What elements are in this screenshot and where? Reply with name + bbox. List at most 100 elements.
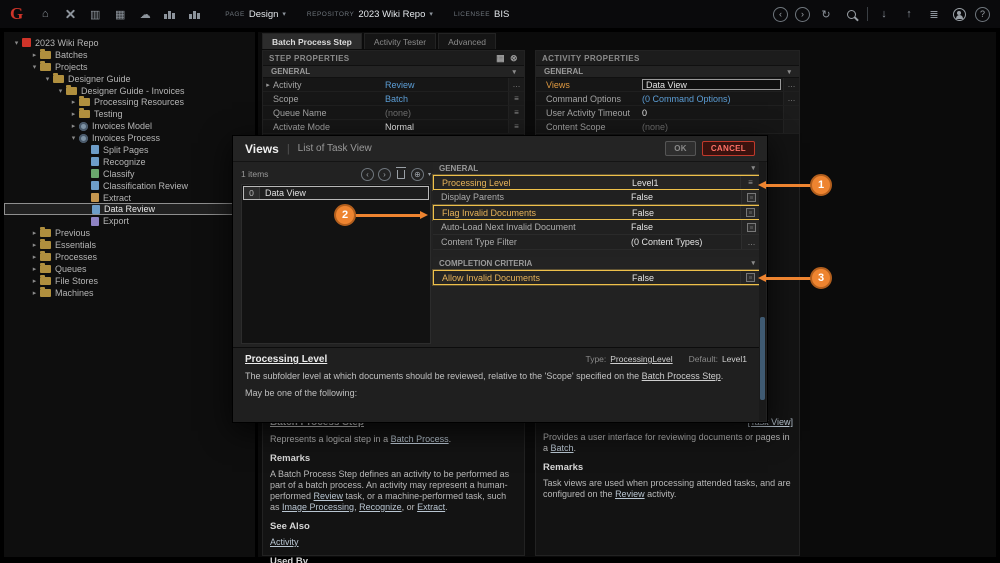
chart-icon[interactable]	[186, 6, 204, 22]
tree-item-recognize[interactable]: Recognize	[4, 156, 255, 168]
property-row-auto-load-next-invalid[interactable]: Auto-Load Next Invalid Document False	[433, 220, 761, 235]
tree-item-machines[interactable]: ▸ Machines	[4, 287, 255, 299]
app-logo-icon[interactable]: G	[10, 4, 23, 24]
expander-icon[interactable]: ▸	[30, 289, 39, 297]
tab-batch-process-step[interactable]: Batch Process Step	[262, 33, 362, 49]
tree-item-projects[interactable]: ▾ Projects	[4, 61, 255, 73]
property-row-content-type-filter[interactable]: Content Type Filter (0 Content Types) …	[433, 235, 761, 250]
expander-icon[interactable]: ▾	[43, 75, 52, 83]
tab-advanced[interactable]: Advanced	[438, 33, 496, 49]
repository-selector[interactable]: REPOSITORY 2023 Wiki Repo ▾	[307, 9, 433, 20]
expander-icon[interactable]: ▸	[30, 277, 39, 285]
export-icon[interactable]: ↑	[900, 6, 918, 22]
doc-link-batch-process[interactable]: Batch Process	[391, 434, 449, 444]
menu-icon[interactable]	[783, 120, 799, 133]
tree-item-file-stores[interactable]: ▸ File Stores	[4, 275, 255, 287]
save-icon[interactable]: ▦	[496, 53, 505, 64]
expander-icon[interactable]: ▸	[69, 98, 78, 106]
doc-link-image-processing[interactable]: Image Processing	[282, 502, 354, 512]
general-section-header[interactable]: GENERAL ▾	[536, 65, 799, 78]
doc-link-review[interactable]: Review	[314, 491, 344, 501]
type-value-link[interactable]: ProcessingLevel	[610, 354, 672, 364]
expander-icon[interactable]: ▾	[30, 63, 39, 71]
forward-icon[interactable]: ›	[795, 7, 810, 22]
refresh-icon[interactable]: ↻	[817, 6, 835, 22]
tree-item-classify[interactable]: Classify	[4, 168, 255, 180]
tree-item-invoices-process[interactable]: ▾ Invoices Process	[4, 132, 255, 144]
property-row-user-activity-timeout[interactable]: User Activity Timeout 0	[536, 106, 799, 120]
tree-item-extract[interactable]: Extract	[4, 192, 255, 204]
tree-item-processes[interactable]: ▸ Processes	[4, 251, 255, 263]
property-row-content-scope[interactable]: Content Scope (none)	[536, 120, 799, 134]
expander-icon[interactable]: ▸	[69, 110, 78, 118]
property-row-queue-name[interactable]: Queue Name (none) ≡	[263, 106, 524, 120]
tree-item-data-review[interactable]: Data Review	[4, 203, 249, 215]
cloud-icon[interactable]: ☁	[136, 6, 154, 22]
ellipsis-icon[interactable]: …	[783, 78, 799, 91]
doc-link-activity[interactable]: Activity	[270, 537, 299, 547]
property-row-activity[interactable]: ▸ Activity Review …	[263, 78, 524, 92]
database-icon[interactable]: ≣	[925, 6, 943, 22]
move-up-icon[interactable]: ‹	[361, 168, 374, 181]
property-row-activate-mode[interactable]: Activate Mode Normal ≡	[263, 120, 524, 134]
tab-activity-tester[interactable]: Activity Tester	[364, 33, 436, 49]
property-row-scope[interactable]: Scope Batch ≡	[263, 92, 524, 106]
cancel-button[interactable]: CANCEL	[702, 141, 755, 156]
ellipsis-icon[interactable]: …	[741, 235, 761, 249]
home-icon[interactable]: ⌂	[36, 6, 54, 22]
property-row-allow-invalid-documents[interactable]: Allow Invalid Documents False	[433, 270, 761, 285]
completion-criteria-section-header[interactable]: COMPLETION CRITERIA ▾	[433, 257, 761, 270]
tree-item-invoices-model[interactable]: ▸ Invoices Model	[4, 120, 255, 132]
menu-icon[interactable]	[783, 106, 799, 119]
ok-button[interactable]: OK	[665, 141, 696, 156]
tools-icon[interactable]	[61, 6, 79, 22]
property-row-display-parents[interactable]: Display Parents False	[433, 190, 761, 205]
checkbox-icon[interactable]	[741, 190, 761, 204]
tree-item-queues[interactable]: ▸ Queues	[4, 263, 255, 275]
add-dropdown-icon[interactable]: ▾	[428, 171, 431, 178]
user-icon[interactable]	[950, 6, 968, 22]
stats-icon[interactable]	[161, 6, 179, 22]
expander-icon[interactable]: ▸	[30, 241, 39, 249]
expander-icon[interactable]: ▸	[30, 253, 39, 261]
close-icon[interactable]: ⊗	[510, 53, 518, 64]
tree-item-export[interactable]: Export	[4, 215, 255, 227]
move-down-icon[interactable]: ›	[378, 168, 391, 181]
general-section-header[interactable]: GENERAL ▾	[433, 162, 761, 175]
page-selector[interactable]: PAGE Design ▾	[225, 9, 286, 20]
doc-link-recognize[interactable]: Recognize	[359, 502, 402, 512]
expander-icon[interactable]: ▸	[30, 265, 39, 273]
list-item-data-view[interactable]: 0 Data View	[243, 186, 429, 200]
property-row-views[interactable]: Views Data View …	[536, 78, 799, 92]
expander-icon[interactable]: ▾	[56, 87, 65, 95]
tree-item-batches[interactable]: ▸ Batches	[4, 49, 255, 61]
batches-icon[interactable]: ▥	[86, 6, 104, 22]
doc-link-extract[interactable]: Extract	[417, 502, 445, 512]
tree-item-previous[interactable]: ▸ Previous	[4, 227, 255, 239]
tree-item-repo[interactable]: ▾ 2023 Wiki Repo	[4, 37, 255, 49]
property-row-processing-level[interactable]: Processing Level Level1 ≡	[433, 175, 761, 190]
menu-icon[interactable]: ≡	[508, 92, 524, 105]
tree-item-classification-review[interactable]: Classification Review	[4, 180, 255, 192]
tree-item-designer-guide-invoices[interactable]: ▾ Designer Guide - Invoices	[4, 85, 255, 97]
menu-icon[interactable]: ≡	[508, 120, 524, 133]
expander-icon[interactable]: ▸	[30, 51, 39, 59]
expander-icon[interactable]: ▾	[12, 39, 21, 47]
delete-icon[interactable]	[397, 170, 405, 179]
save-icon[interactable]: ▦	[111, 6, 129, 22]
expander-icon[interactable]: ▸	[263, 81, 273, 89]
checkbox-icon[interactable]	[740, 271, 760, 284]
ellipsis-icon[interactable]: …	[783, 92, 799, 105]
tree-item-essentials[interactable]: ▸ Essentials	[4, 239, 255, 251]
menu-icon[interactable]: ≡	[740, 176, 760, 189]
expander-icon[interactable]: ▾	[69, 134, 78, 142]
general-section-header[interactable]: GENERAL ▾	[263, 65, 524, 78]
menu-icon[interactable]: ≡	[508, 106, 524, 119]
add-icon[interactable]: ⊕	[411, 168, 424, 181]
doc-link-batch-process-step[interactable]: Batch Process Step	[642, 371, 721, 381]
import-icon[interactable]: ↓	[875, 6, 893, 22]
property-row-flag-invalid-documents[interactable]: Flag Invalid Documents False	[433, 205, 761, 220]
tree-item-testing[interactable]: ▸ Testing	[4, 108, 255, 120]
property-row-command-options[interactable]: Command Options (0 Command Options) …	[536, 92, 799, 106]
checkbox-icon[interactable]	[741, 220, 761, 234]
